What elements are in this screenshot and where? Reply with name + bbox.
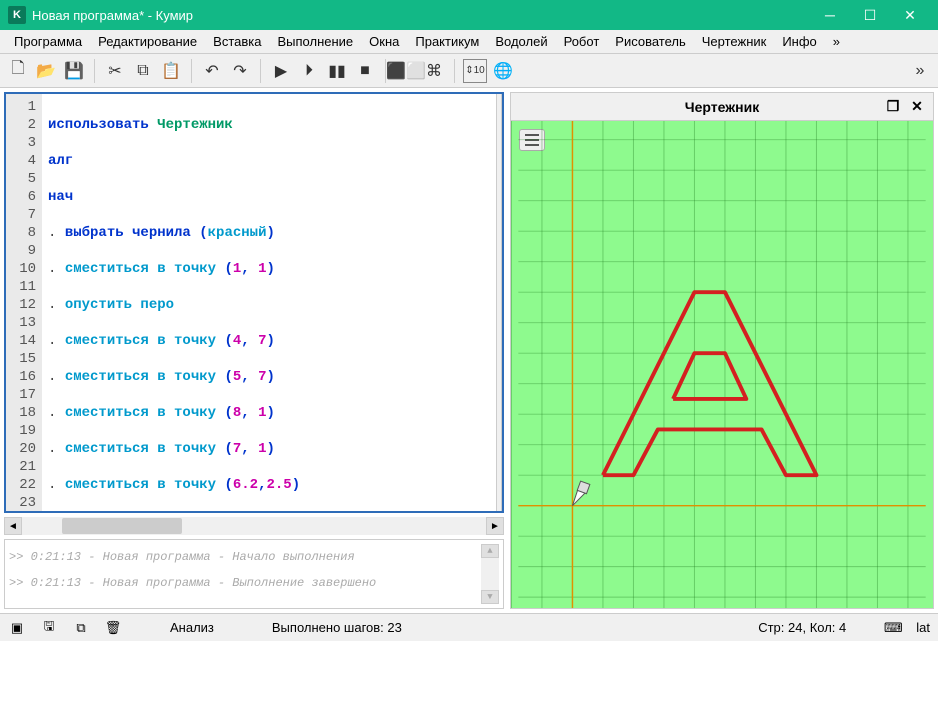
menu-more[interactable]: »	[825, 31, 848, 52]
canvas-menu-icon[interactable]	[519, 129, 545, 151]
minimize-button[interactable]: ─	[810, 0, 850, 30]
code-editor[interactable]: 1234567891011121314151617181920212223242…	[4, 92, 504, 513]
status-lang[interactable]: lat	[916, 620, 930, 635]
redo-icon[interactable]: ↷	[228, 59, 252, 83]
drafter-title: Чертежник	[685, 99, 759, 115]
separator	[454, 59, 455, 83]
separator	[94, 59, 95, 83]
menu-drafter[interactable]: Чертежник	[694, 31, 775, 52]
save-file-icon[interactable]: 💾	[62, 59, 86, 83]
tool-d-icon[interactable]: 🌐	[491, 59, 515, 83]
status-analysis[interactable]: Анализ	[170, 620, 214, 635]
new-file-icon[interactable]: 🗋	[6, 59, 30, 83]
app-logo-icon: K	[8, 6, 26, 24]
output-console[interactable]: >> 0:21:13 - Новая программа - Начало вы…	[4, 539, 504, 609]
scroll-right-icon[interactable]: ►	[486, 517, 504, 535]
menu-drawer[interactable]: Рисователь	[607, 31, 693, 52]
undo-icon[interactable]: ↶	[200, 59, 224, 83]
pause-icon[interactable]: ▮▮	[325, 59, 349, 83]
toolbar: 🗋 📂 💾 ✂ ⧉ 📋 ↶ ↷ ▶ ⏵ ▮▮ ■ ⬛⬜ ⌘ ⇕10 🌐 »	[0, 54, 938, 88]
status-icon-c[interactable]: ⧉	[72, 619, 90, 637]
scroll-thumb[interactable]	[62, 518, 182, 534]
maximize-panel-icon[interactable]: ❐	[883, 97, 903, 117]
status-bar: ▣ 🖫 ⧉ 🗑 Анализ Выполнено шагов: 23 Стр: …	[0, 613, 938, 641]
copy-icon[interactable]: ⧉	[131, 59, 155, 83]
drawing-svg	[511, 121, 933, 608]
status-save-icon[interactable]: 🖫	[40, 619, 58, 637]
menu-practicum[interactable]: Практикум	[407, 31, 487, 52]
menu-bar: Программа Редактирование Вставка Выполне…	[0, 30, 938, 54]
separator	[260, 59, 261, 83]
menu-edit[interactable]: Редактирование	[90, 31, 205, 52]
scroll-up-icon[interactable]: ▲	[481, 544, 499, 558]
stop-icon[interactable]: ■	[353, 59, 377, 83]
close-button[interactable]: ✕	[890, 0, 930, 30]
close-panel-icon[interactable]: ✕	[907, 97, 927, 117]
paste-icon[interactable]: 📋	[159, 59, 183, 83]
main-area: 1234567891011121314151617181920212223242…	[0, 88, 938, 613]
scroll-down-icon[interactable]: ▼	[481, 590, 499, 604]
line-number-gutter: 1234567891011121314151617181920212223242…	[6, 94, 42, 511]
console-line: >> 0:21:13 - Новая программа - Выполнени…	[9, 570, 481, 596]
window-title: Новая программа* - Кумир	[32, 8, 810, 23]
menu-program[interactable]: Программа	[6, 31, 90, 52]
menu-insert[interactable]: Вставка	[205, 31, 269, 52]
drafter-panel: Чертежник ❐ ✕	[510, 92, 934, 609]
scroll-left-icon[interactable]: ◄	[4, 517, 22, 535]
left-column: 1234567891011121314151617181920212223242…	[4, 92, 504, 609]
separator	[191, 59, 192, 83]
menu-vodoley[interactable]: Водолей	[487, 31, 555, 52]
menu-info[interactable]: Инфо	[774, 31, 824, 52]
maximize-button[interactable]: ☐	[850, 0, 890, 30]
editor-splitter[interactable]	[496, 94, 502, 511]
title-bar: K Новая программа* - Кумир ─ ☐ ✕	[0, 0, 938, 30]
drafter-header: Чертежник ❐ ✕	[511, 93, 933, 121]
tool-b-icon[interactable]: ⌘	[422, 59, 446, 83]
menu-robot[interactable]: Робот	[556, 31, 608, 52]
tool-a-icon[interactable]: ⬛⬜	[394, 59, 418, 83]
run-icon[interactable]: ▶	[269, 59, 293, 83]
menu-execute[interactable]: Выполнение	[269, 31, 361, 52]
tool-c-icon[interactable]: ⇕10	[463, 59, 487, 83]
code-text[interactable]: использовать Чертежник алг нач . выбрать…	[42, 94, 496, 511]
open-file-icon[interactable]: 📂	[34, 59, 58, 83]
cut-icon[interactable]: ✂	[103, 59, 127, 83]
editor-hscrollbar[interactable]: ◄ ►	[4, 517, 504, 535]
console-line: >> 0:21:13 - Новая программа - Начало вы…	[9, 544, 481, 570]
toolbar-more-icon[interactable]: »	[908, 59, 932, 83]
status-cursor-pos: Стр: 24, Кол: 4	[758, 620, 846, 635]
menu-windows[interactable]: Окна	[361, 31, 407, 52]
status-steps: Выполнено шагов: 23	[272, 620, 402, 635]
status-icon-a[interactable]: ▣	[8, 619, 26, 637]
status-icon-d[interactable]: 🗑	[104, 619, 122, 637]
step-icon[interactable]: ⏵	[297, 59, 321, 83]
status-keyboard-icon[interactable]: ⌨	[884, 619, 902, 637]
console-vscrollbar[interactable]: ▲ ▼	[481, 544, 499, 604]
drafter-canvas[interactable]	[511, 121, 933, 608]
